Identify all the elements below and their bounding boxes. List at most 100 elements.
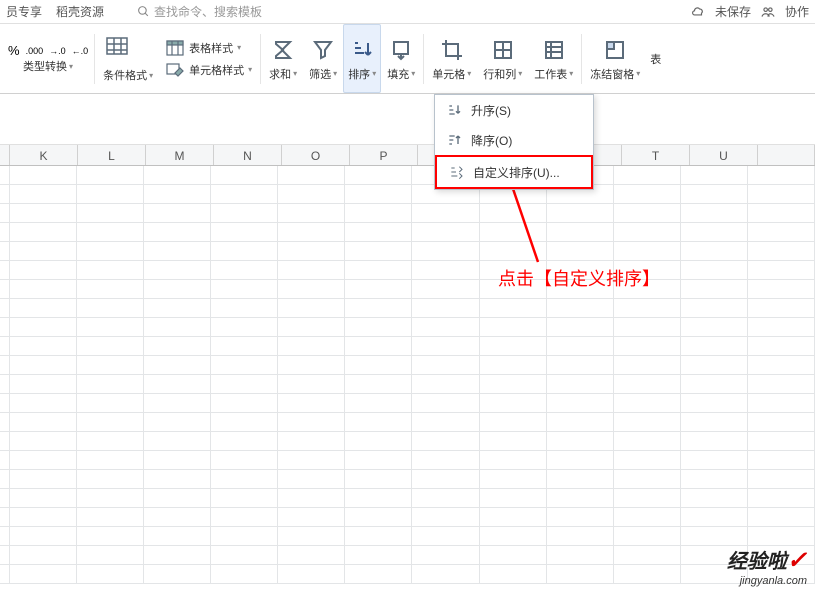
grid-cell[interactable] bbox=[681, 394, 748, 413]
grid-cell[interactable] bbox=[77, 489, 144, 508]
grid-cell[interactable] bbox=[748, 223, 815, 242]
grid-cell[interactable] bbox=[345, 261, 412, 280]
grid-cell[interactable] bbox=[681, 375, 748, 394]
grid-cell[interactable] bbox=[211, 432, 278, 451]
grid-cell[interactable] bbox=[480, 375, 547, 394]
grid-cell[interactable] bbox=[10, 527, 77, 546]
grid-cell[interactable] bbox=[211, 394, 278, 413]
grid-cell[interactable] bbox=[278, 451, 345, 470]
grid-cell[interactable] bbox=[681, 204, 748, 223]
fmt-000[interactable]: .000 bbox=[26, 46, 44, 56]
grid-cell[interactable] bbox=[480, 489, 547, 508]
grid-cell[interactable] bbox=[10, 451, 77, 470]
grid-cell[interactable] bbox=[614, 527, 681, 546]
grid-cell[interactable] bbox=[77, 185, 144, 204]
grid-cell[interactable] bbox=[211, 356, 278, 375]
grid-cell[interactable] bbox=[211, 451, 278, 470]
freeze-group[interactable]: 冻结窗格▾ bbox=[584, 24, 646, 93]
grid-cell[interactable] bbox=[211, 299, 278, 318]
grid-cell[interactable] bbox=[748, 432, 815, 451]
grid-cell[interactable] bbox=[547, 356, 614, 375]
fill-group[interactable]: 填充▾ bbox=[381, 24, 421, 93]
grid-cell[interactable] bbox=[345, 299, 412, 318]
grid-cell[interactable] bbox=[278, 356, 345, 375]
grid-cell[interactable] bbox=[547, 432, 614, 451]
grid-cell[interactable] bbox=[412, 432, 479, 451]
grid-cell[interactable] bbox=[345, 242, 412, 261]
grid-cell[interactable] bbox=[144, 508, 211, 527]
grid-cell[interactable] bbox=[144, 185, 211, 204]
grid-cell[interactable] bbox=[480, 546, 547, 565]
grid-cell[interactable] bbox=[748, 242, 815, 261]
grid-cell[interactable] bbox=[681, 242, 748, 261]
grid-cell[interactable] bbox=[614, 508, 681, 527]
grid-cell[interactable] bbox=[10, 375, 77, 394]
grid-cell[interactable] bbox=[681, 489, 748, 508]
grid-cell[interactable] bbox=[144, 261, 211, 280]
grid-cell[interactable] bbox=[614, 356, 681, 375]
grid-cell[interactable] bbox=[345, 508, 412, 527]
grid-cell[interactable] bbox=[614, 299, 681, 318]
grid-cell[interactable] bbox=[748, 413, 815, 432]
column-header[interactable] bbox=[758, 145, 815, 165]
grid-cell[interactable] bbox=[144, 299, 211, 318]
grid-cell[interactable] bbox=[211, 508, 278, 527]
grid-cell[interactable] bbox=[345, 565, 412, 584]
grid-cell[interactable] bbox=[614, 185, 681, 204]
grid-cell[interactable] bbox=[547, 527, 614, 546]
search-box[interactable]: 查找命令、搜索模板 bbox=[136, 3, 262, 20]
grid-cell[interactable] bbox=[412, 223, 479, 242]
grid-cell[interactable] bbox=[211, 546, 278, 565]
grid-cell[interactable] bbox=[77, 527, 144, 546]
grid-cell[interactable] bbox=[748, 375, 815, 394]
grid-cell[interactable] bbox=[681, 451, 748, 470]
grid-cell[interactable] bbox=[211, 261, 278, 280]
menu-sort-desc[interactable]: 降序(O) bbox=[435, 125, 593, 155]
grid-cell[interactable] bbox=[547, 337, 614, 356]
grid-cell[interactable] bbox=[748, 204, 815, 223]
grid-cell[interactable] bbox=[681, 166, 748, 185]
grid-cell[interactable] bbox=[10, 242, 77, 261]
grid-cell[interactable] bbox=[345, 185, 412, 204]
grid-cell[interactable] bbox=[480, 470, 547, 489]
grid-cell[interactable] bbox=[10, 280, 77, 299]
grid-cell[interactable] bbox=[278, 204, 345, 223]
column-header[interactable]: O bbox=[282, 145, 350, 165]
grid-cell[interactable] bbox=[211, 565, 278, 584]
grid-cell[interactable] bbox=[144, 223, 211, 242]
grid-cell[interactable] bbox=[77, 280, 144, 299]
grid-cell[interactable] bbox=[614, 166, 681, 185]
grid-cell[interactable] bbox=[278, 185, 345, 204]
rowcol-group[interactable]: 行和列▾ bbox=[477, 24, 528, 93]
grid-cell[interactable] bbox=[144, 470, 211, 489]
grid-cell[interactable] bbox=[345, 489, 412, 508]
grid-cell[interactable] bbox=[480, 432, 547, 451]
filter-group[interactable]: 筛选▾ bbox=[303, 24, 343, 93]
grid-cell[interactable] bbox=[77, 451, 144, 470]
grid-cell[interactable] bbox=[144, 337, 211, 356]
grid-cell[interactable] bbox=[10, 185, 77, 204]
grid-cell[interactable] bbox=[144, 242, 211, 261]
grid-cell[interactable] bbox=[412, 413, 479, 432]
grid-cell[interactable] bbox=[748, 337, 815, 356]
fmt-dec-inc[interactable]: →.0 bbox=[49, 46, 66, 56]
grid-cell[interactable] bbox=[77, 470, 144, 489]
grid-cell[interactable] bbox=[345, 356, 412, 375]
grid-cell[interactable] bbox=[278, 223, 345, 242]
column-header[interactable]: M bbox=[146, 145, 214, 165]
grid-cell[interactable] bbox=[278, 242, 345, 261]
grid-cell[interactable] bbox=[278, 166, 345, 185]
grid-cell[interactable] bbox=[77, 394, 144, 413]
grid-cell[interactable] bbox=[278, 413, 345, 432]
grid-cell[interactable] bbox=[748, 280, 815, 299]
grid-cell[interactable] bbox=[748, 527, 815, 546]
grid-cell[interactable] bbox=[547, 375, 614, 394]
grid-cell[interactable] bbox=[278, 527, 345, 546]
grid-cell[interactable] bbox=[412, 204, 479, 223]
grid-cell[interactable] bbox=[278, 261, 345, 280]
grid-cell[interactable] bbox=[681, 413, 748, 432]
grid-cell[interactable] bbox=[345, 394, 412, 413]
grid-cell[interactable] bbox=[77, 508, 144, 527]
grid-cell[interactable] bbox=[211, 470, 278, 489]
grid-cell[interactable] bbox=[211, 280, 278, 299]
